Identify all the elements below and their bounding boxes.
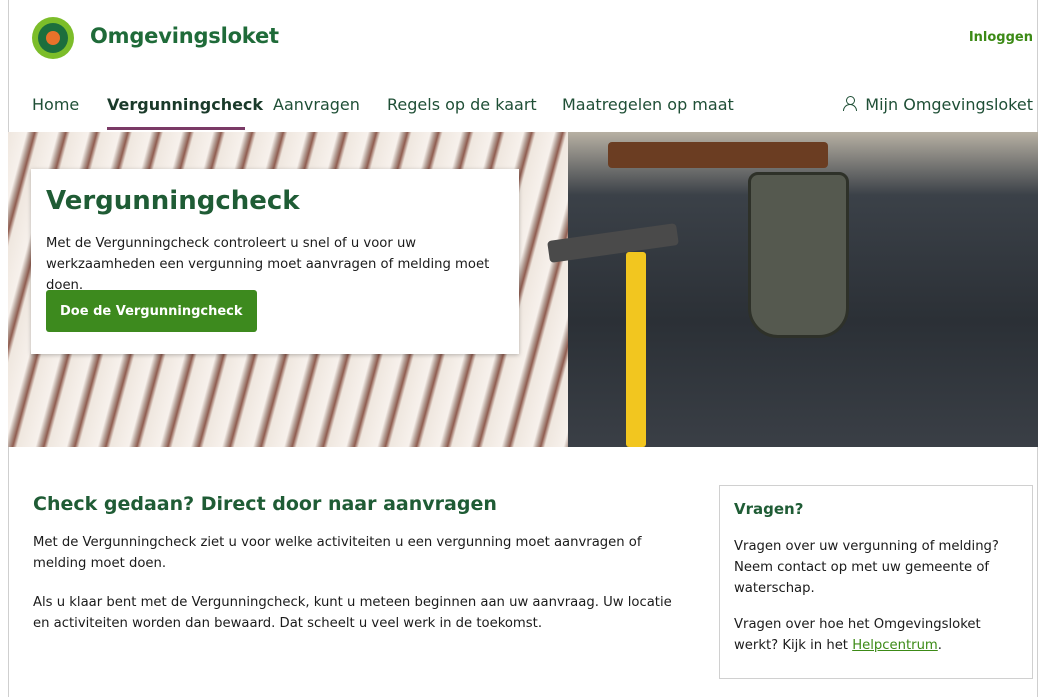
- hero-photo-worker: [547, 132, 1038, 447]
- nav-item-home[interactable]: Home: [32, 95, 79, 114]
- hero-photo-hammer-handle: [626, 252, 646, 447]
- hero-card: Vergunningcheck Met de Vergunningcheck c…: [31, 169, 519, 354]
- hero-photo-belt: [608, 142, 828, 168]
- section-paragraph-2: Als u klaar bent met de Vergunningcheck,…: [33, 595, 672, 631]
- helpcentrum-link[interactable]: Helpcentrum: [852, 638, 938, 653]
- nav-item-maatregelen-op-maat[interactable]: Maatregelen op maat: [562, 95, 734, 114]
- section-paragraph-1: Met de Vergunningcheck ziet u voor welke…: [33, 535, 642, 571]
- main-nav: Home Vergunningcheck Aanvragen Regels op…: [0, 92, 1039, 132]
- mijn-omgevingsloket-label: Mijn Omgevingsloket: [865, 95, 1033, 114]
- hero-description: Met de Vergunningcheck controleert u sne…: [46, 236, 490, 293]
- login-link[interactable]: Inloggen: [969, 30, 1033, 45]
- logo-dot: [46, 31, 60, 45]
- hero-title: Vergunningcheck: [46, 186, 300, 216]
- active-nav-underline: [107, 127, 245, 130]
- nav-item-vergunningcheck[interactable]: Vergunningcheck: [107, 95, 263, 114]
- nav-item-aanvragen[interactable]: Aanvragen: [273, 95, 360, 114]
- nav-item-mijn-omgevingsloket[interactable]: Mijn Omgevingsloket: [843, 95, 1033, 114]
- questions-box: Vragen? Vragen over uw vergunning of mel…: [719, 485, 1033, 679]
- questions-paragraph-2: Vragen over hoe het Omgevingsloket werkt…: [734, 614, 1024, 656]
- questions-title: Vragen?: [734, 500, 804, 518]
- section-heading: Check gedaan? Direct door naar aanvragen: [33, 493, 497, 515]
- user-icon: [843, 96, 858, 111]
- hero-photo-hammer-head: [547, 223, 679, 263]
- omgevingsloket-logo-icon[interactable]: [32, 17, 74, 59]
- questions-paragraph-1: Vragen over uw vergunning of melding? Ne…: [734, 539, 999, 596]
- hero-photo-tool-pouch: [748, 172, 849, 338]
- nav-item-regels-op-de-kaart[interactable]: Regels op de kaart: [387, 95, 537, 114]
- start-vergunningcheck-button[interactable]: Doe de Vergunningcheck: [46, 290, 257, 332]
- questions-paragraph-2-suffix: .: [937, 638, 942, 653]
- brand-name[interactable]: Omgevingsloket: [90, 24, 279, 48]
